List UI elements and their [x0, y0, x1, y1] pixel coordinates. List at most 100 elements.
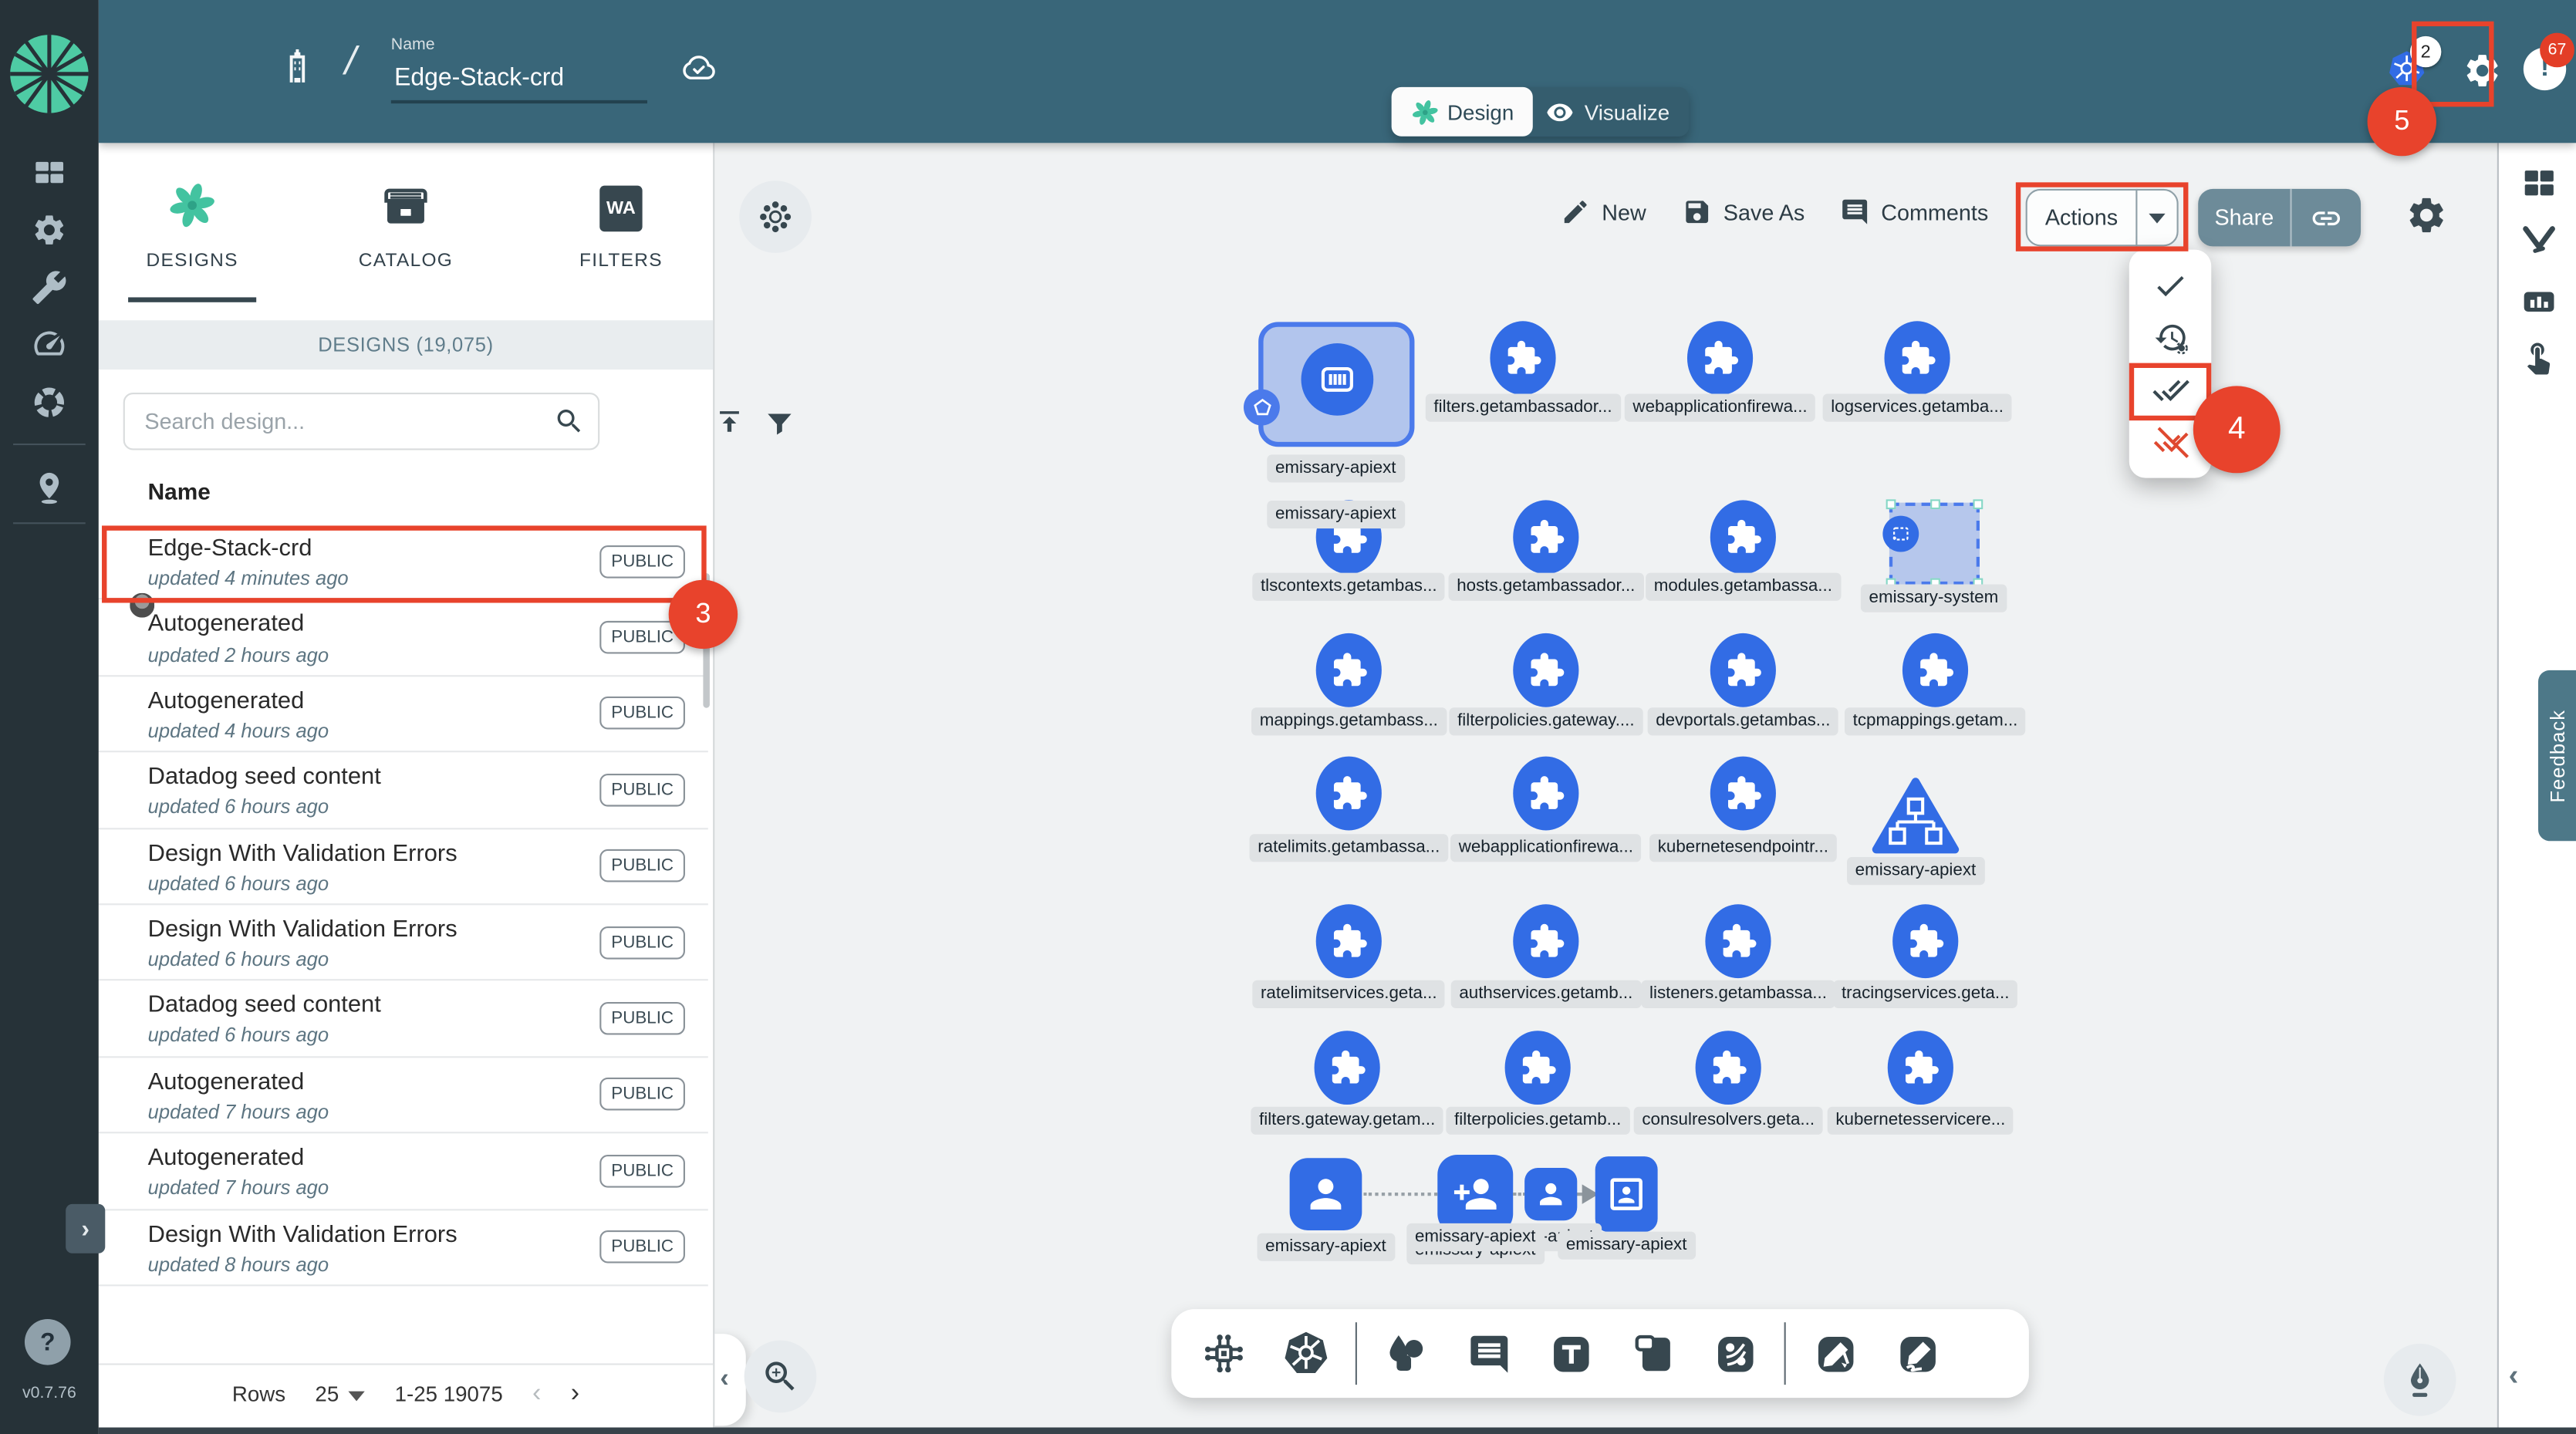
design-list-row[interactable]: Autogeneratedupdated 7 hours ago PUBLIC: [99, 1058, 708, 1134]
design-name-input[interactable]: [391, 62, 637, 93]
node-label: listeners.getambassa...: [1641, 980, 1835, 1007]
widgets-panel-button[interactable]: [2499, 156, 2576, 208]
canvas-node[interactable]: [1710, 633, 1776, 707]
catalog-tab-icon: [316, 166, 496, 231]
kubernetes-tool[interactable]: [1273, 1321, 1339, 1386]
canvas-node[interactable]: [1902, 633, 1968, 707]
canvas-node[interactable]: [1316, 904, 1382, 978]
canvas-node[interactable]: [1513, 904, 1578, 978]
tab-visualize[interactable]: Visualize: [1527, 87, 1689, 137]
pen-tool[interactable]: [1802, 1321, 1868, 1386]
note-tool[interactable]: [1620, 1321, 1686, 1386]
canvas-node[interactable]: [1316, 633, 1382, 707]
touch-mode-button[interactable]: [2499, 330, 2576, 383]
organization-icon[interactable]: [279, 46, 316, 89]
validate-menu-item[interactable]: [2129, 261, 2211, 310]
shapes-tool[interactable]: [1373, 1321, 1439, 1386]
annotation-rect-design-row: [102, 525, 707, 602]
search-icon[interactable]: [554, 406, 585, 437]
component-graph-tool[interactable]: [1191, 1321, 1257, 1386]
canvas-node[interactable]: [1687, 321, 1753, 395]
panel-tab-designs[interactable]: DESIGNS: [102, 166, 282, 271]
design-list-row[interactable]: Autogeneratedupdated 7 hours ago PUBLIC: [99, 1134, 708, 1210]
rows-per-page-select[interactable]: 25: [315, 1382, 365, 1406]
next-page-button[interactable]: ›: [571, 1379, 579, 1409]
node-label: webapplicationfirewa...: [1450, 834, 1642, 861]
canvas-node[interactable]: [1710, 757, 1776, 831]
filter-list-icon[interactable]: [764, 407, 795, 438]
relationship-tool[interactable]: [1702, 1321, 1767, 1386]
panel-tab-catalog[interactable]: CATALOG: [316, 166, 496, 271]
extensions-nav-icon[interactable]: [0, 375, 99, 430]
relationships-panel-button[interactable]: [2499, 214, 2576, 266]
design-search-input[interactable]: [141, 407, 553, 435]
design-list-row[interactable]: Design With Validation Errorsupdated 6 h…: [99, 905, 708, 981]
dashboard-nav-icon[interactable]: [0, 144, 99, 200]
node-label: emissary-apiext: [1258, 1233, 1395, 1260]
canvas-node[interactable]: [1710, 500, 1776, 574]
canvas-node[interactable]: [1888, 1031, 1953, 1105]
canvas-node-selected[interactable]: [1258, 322, 1414, 447]
service-account-node[interactable]: [1290, 1158, 1362, 1230]
sidebar-expand-button[interactable]: ›: [66, 1204, 105, 1253]
meshery-logo-icon[interactable]: [7, 31, 93, 116]
new-design-button[interactable]: New: [1561, 197, 1646, 227]
zoom-in-button[interactable]: [744, 1341, 817, 1413]
tab-design[interactable]: Design: [1392, 87, 1534, 137]
identity-badge-node[interactable]: [1595, 1156, 1658, 1232]
design-list-row[interactable]: Datadog seed contentupdated 6 hours ago …: [99, 981, 708, 1058]
performance-nav-icon[interactable]: [0, 315, 99, 371]
workload-triangle-node[interactable]: [1871, 777, 1960, 855]
comment-tool[interactable]: [1456, 1321, 1521, 1386]
designs-count-header: DESIGNS (19,075): [99, 320, 713, 369]
namespace-node-selected[interactable]: [1889, 503, 1980, 585]
design-list-row[interactable]: Design With Validation Errorsupdated 8 h…: [99, 1210, 708, 1286]
feedback-tab[interactable]: Feedback: [2538, 670, 2576, 841]
design-list-row[interactable]: Autogeneratedupdated 4 hours ago PUBLIC: [99, 677, 708, 753]
copy-link-icon[interactable]: [2292, 201, 2361, 235]
panel-tab-filters[interactable]: WA FILTERS: [531, 166, 711, 271]
lifecycle-nav-icon[interactable]: [0, 202, 99, 258]
pencil-icon: [1561, 197, 1590, 227]
chevron-down-icon: [349, 1391, 365, 1401]
save-icon: [1683, 197, 1712, 227]
metrics-panel-button[interactable]: [2499, 275, 2576, 327]
canvas-node[interactable]: [1513, 757, 1578, 831]
canvas-node[interactable]: [1490, 321, 1555, 395]
catalog-pin-nav-icon[interactable]: [0, 460, 99, 515]
prev-page-button[interactable]: ‹: [532, 1379, 541, 1409]
canvas-node[interactable]: [1513, 633, 1578, 707]
list-pagination: Rows 25 1-25 19075 ‹ ›: [99, 1363, 713, 1422]
dry-run-menu-item[interactable]: [2129, 313, 2211, 363]
canvas-node[interactable]: [1892, 904, 1958, 978]
freehand-tool[interactable]: [1884, 1321, 1950, 1386]
comments-button[interactable]: Comments: [1840, 197, 1988, 227]
node-label: emissary-system: [1861, 585, 2007, 612]
canvas-node[interactable]: [1705, 904, 1771, 978]
canvas-node[interactable]: [1696, 1031, 1761, 1105]
text-tool[interactable]: [1538, 1321, 1603, 1386]
help-button[interactable]: ?: [25, 1319, 71, 1365]
canvas-settings-button[interactable]: [2406, 194, 2448, 236]
role-node[interactable]: [1524, 1168, 1577, 1220]
canvas-node[interactable]: [1513, 500, 1578, 574]
import-design-icon[interactable]: [713, 406, 746, 439]
canvas-node[interactable]: [1505, 1031, 1571, 1105]
node-label: webapplicationfirewa...: [1625, 394, 1816, 421]
save-as-button[interactable]: Save As: [1683, 197, 1805, 227]
canvas-node[interactable]: [1884, 321, 1950, 395]
role-binding-node[interactable]: [1437, 1155, 1513, 1233]
design-list-row[interactable]: Datadog seed contentupdated 6 hours ago …: [99, 753, 708, 829]
node-label: modules.getambassa...: [1646, 573, 1840, 600]
design-list-row[interactable]: Design With Validation Errorsupdated 6 h…: [99, 828, 708, 905]
app-window: › ? v0.7.76 / Name Design Visualize 2: [0, 0, 2576, 1434]
canvas-config-button[interactable]: [739, 181, 812, 253]
right-sidebar-collapse-button[interactable]: ‹: [2509, 1358, 2519, 1393]
node-label: emissary-apiext: [1406, 1223, 1544, 1250]
configuration-nav-icon[interactable]: [0, 259, 99, 315]
canvas-node[interactable]: [1315, 1031, 1380, 1105]
canvas-node[interactable]: [1316, 757, 1382, 831]
share-button[interactable]: Share: [2198, 189, 2361, 247]
pen-mode-button[interactable]: [2384, 1344, 2456, 1416]
design-list-row[interactable]: Autogeneratedupdated 2 hours ago PUBLIC: [99, 600, 708, 677]
